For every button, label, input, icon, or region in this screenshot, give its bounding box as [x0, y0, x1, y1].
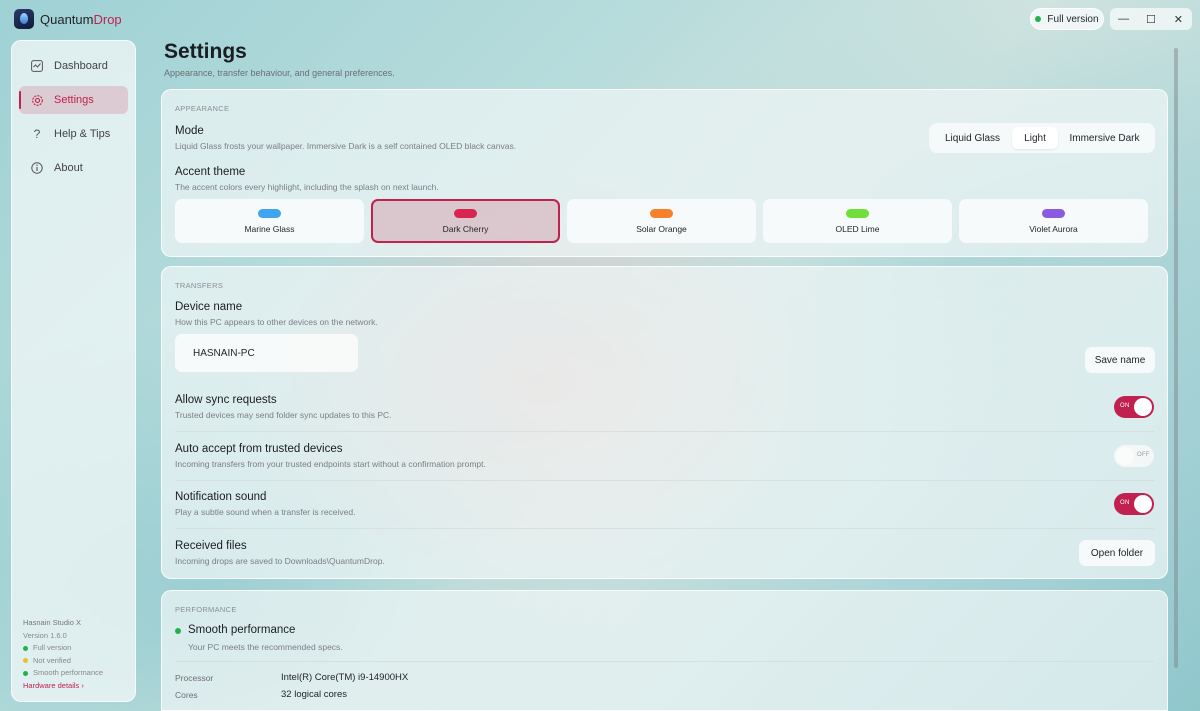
- status-dot-icon: [23, 658, 28, 664]
- status-performance: Smooth performance: [23, 667, 128, 680]
- mode-option-liquid-glass[interactable]: Liquid Glass: [933, 127, 1012, 149]
- device-name-title: Device name: [175, 301, 243, 313]
- sync-requests-toggle[interactable]: ON: [1114, 396, 1154, 418]
- page-subtitle: Appearance, transfer behaviour, and gene…: [164, 68, 395, 78]
- mode-title: Mode: [175, 125, 204, 137]
- device-name-description: How this PC appears to other devices on …: [175, 317, 378, 327]
- sidebar-item-label: Dashboard: [54, 60, 108, 72]
- maximize-button[interactable]: ☐: [1137, 8, 1164, 30]
- received-files-description: Incoming drops are saved to Downloads\Qu…: [175, 556, 385, 566]
- sidebar-item-label: Help & Tips: [54, 128, 111, 140]
- swatch-icon: [650, 208, 673, 218]
- app-version: Version 1.6.0: [23, 630, 67, 640]
- auto-accept-toggle[interactable]: OFF: [1114, 445, 1154, 467]
- appearance-card: APPEARANCE Mode Liquid Glass frosts your…: [161, 89, 1168, 257]
- sidebar-item-dashboard[interactable]: Dashboard: [19, 52, 128, 80]
- minimize-button[interactable]: —: [1110, 8, 1137, 30]
- status-dot-icon: [1035, 16, 1042, 22]
- divider: [175, 480, 1154, 481]
- info-icon: [30, 161, 44, 175]
- sidebar-item-settings[interactable]: Settings: [19, 86, 128, 114]
- spec-key: Processor: [175, 673, 214, 683]
- studio-name: Hasnain Studio X: [23, 618, 81, 627]
- sidebar-item-label: About: [54, 162, 83, 174]
- close-button[interactable]: ✕: [1165, 8, 1192, 30]
- gear-icon: [30, 93, 44, 107]
- auto-accept-description: Incoming transfers from your trusted end…: [175, 459, 486, 469]
- performance-status-description: Your PC meets the recommended specs.: [188, 642, 343, 652]
- app-name: QuantumDrop: [40, 12, 122, 27]
- status-verification: Not verified: [23, 655, 128, 668]
- toggle-knob: [1116, 447, 1134, 465]
- sidebar-footer: Hasnain Studio X Version 1.6.0 Full vers…: [23, 617, 128, 692]
- performance-card: PERFORMANCE Smooth performance Your PC m…: [161, 590, 1168, 711]
- section-label: TRANSFERS: [175, 281, 224, 290]
- mode-description: Liquid Glass frosts your wallpaper. Imme…: [175, 141, 517, 151]
- performance-status-title: Smooth performance: [188, 624, 296, 636]
- sidebar-item-about[interactable]: About: [19, 154, 128, 182]
- spec-key: Cores: [175, 690, 198, 700]
- save-name-button[interactable]: Save name: [1085, 347, 1155, 373]
- mode-option-light[interactable]: Light: [1012, 127, 1058, 149]
- mode-segmented-control: Liquid Glass Light Immersive Dark: [929, 123, 1155, 153]
- notification-sound-toggle[interactable]: ON: [1114, 493, 1154, 515]
- swatch-icon: [846, 208, 869, 218]
- accent-tile-oled-lime[interactable]: OLED Lime: [763, 199, 952, 243]
- swatch-icon: [1042, 208, 1065, 218]
- toggle-knob: [1134, 495, 1152, 513]
- sync-requests-title: Allow sync requests: [175, 394, 277, 406]
- accent-description: The accent colors every highlight, inclu…: [175, 182, 439, 192]
- title-bar: QuantumDrop Full version — ☐ ✕: [0, 0, 1200, 38]
- sidebar-item-label: Settings: [54, 94, 94, 106]
- accent-tile-marine-glass[interactable]: Marine Glass: [175, 199, 364, 243]
- accent-tile-dark-cherry[interactable]: Dark Cherry: [371, 199, 560, 243]
- divider: [175, 431, 1154, 432]
- transfers-card: TRANSFERS Device name How this PC appear…: [161, 266, 1168, 579]
- page-title: Settings: [164, 40, 247, 63]
- accent-title: Accent theme: [175, 166, 246, 178]
- open-folder-button[interactable]: Open folder: [1079, 540, 1155, 566]
- section-label: APPEARANCE: [175, 104, 230, 113]
- received-files-title: Received files: [175, 540, 247, 552]
- window-controls: — ☐ ✕: [1110, 8, 1192, 30]
- auto-accept-title: Auto accept from trusted devices: [175, 443, 343, 455]
- swatch-icon: [258, 208, 281, 218]
- full-version-badge[interactable]: Full version: [1030, 8, 1104, 30]
- status-dot-icon: [23, 670, 28, 676]
- device-name-input[interactable]: [175, 334, 358, 372]
- status-dot-icon: [175, 628, 181, 634]
- status-full-version: Full version: [23, 642, 128, 655]
- spec-value: Intel(R) Core(TM) i9-14900HX: [281, 672, 409, 683]
- app-logo-icon: [14, 9, 34, 29]
- scrollbar[interactable]: [1174, 48, 1178, 668]
- toggle-knob: [1134, 398, 1152, 416]
- sidebar: Dashboard Settings ? Help & Tips About H…: [11, 40, 136, 702]
- divider: [175, 661, 1154, 662]
- hardware-details-link[interactable]: Hardware details ›: [23, 680, 128, 693]
- sidebar-item-help[interactable]: ? Help & Tips: [19, 120, 128, 148]
- notification-sound-title: Notification sound: [175, 491, 267, 503]
- status-dot-icon: [23, 645, 28, 651]
- dashboard-icon: [30, 59, 44, 73]
- sync-requests-description: Trusted devices may send folder sync upd…: [175, 410, 392, 420]
- section-label: PERFORMANCE: [175, 605, 237, 614]
- accent-tile-solar-orange[interactable]: Solar Orange: [567, 199, 756, 243]
- divider: [175, 528, 1154, 529]
- swatch-icon: [454, 208, 477, 218]
- accent-tile-violet-aurora[interactable]: Violet Aurora: [959, 199, 1148, 243]
- notification-sound-description: Play a subtle sound when a transfer is r…: [175, 507, 356, 517]
- spec-value: 32 logical cores: [281, 689, 348, 700]
- question-icon: ?: [33, 127, 41, 141]
- mode-option-immersive-dark[interactable]: Immersive Dark: [1058, 127, 1151, 149]
